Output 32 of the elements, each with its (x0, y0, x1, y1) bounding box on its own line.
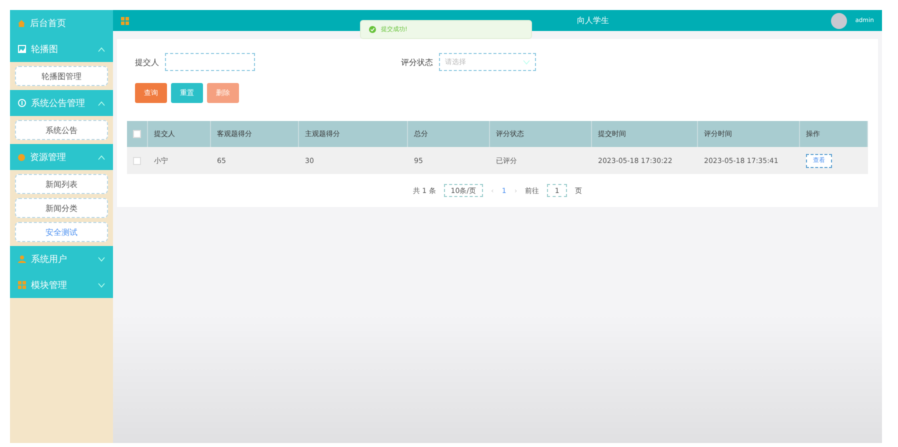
select-all-checkbox[interactable] (133, 130, 141, 138)
chevron-icon (98, 256, 105, 262)
sidebar-item[interactable]: 后台首页 (10, 10, 113, 36)
grid-icon (18, 281, 26, 289)
sidebar-item[interactable]: 模块管理 (10, 272, 113, 298)
chevron-icon (98, 282, 105, 288)
info-icon (18, 99, 26, 107)
grid-icon (121, 16, 129, 24)
input-field[interactable] (165, 53, 255, 71)
submenu-item[interactable]: 轮播图管理 (15, 66, 108, 86)
avatar[interactable] (831, 12, 848, 28)
chevron-icon (523, 60, 530, 64)
check-icon (369, 26, 376, 33)
submenu-item[interactable]: 系统公告 (15, 120, 108, 140)
sidebar-item[interactable]: 资源管理 (10, 144, 113, 170)
image-icon (18, 45, 26, 53)
submenu-item[interactable]: 新闻分类 (15, 198, 108, 218)
home-icon (18, 20, 25, 26)
system-title: 向人学生 (577, 15, 610, 26)
filter-label: 评分状态 (401, 56, 433, 68)
chevron-icon (98, 46, 105, 52)
submenu-item[interactable]: 安全测试 (15, 222, 108, 242)
sidebar-item[interactable]: 系统用户 (10, 246, 113, 272)
chevron-icon (98, 100, 105, 106)
sidebar-item[interactable]: 系统公告管理 (10, 90, 113, 116)
chevron-icon (98, 154, 105, 160)
sidebar-item[interactable]: 轮播图 (10, 36, 113, 62)
user-icon (18, 255, 26, 263)
filter-label: 提交人 (135, 56, 159, 68)
submenu-item[interactable]: 新闻列表 (15, 174, 108, 194)
dot-icon (18, 154, 25, 160)
row-checkbox[interactable] (133, 156, 141, 164)
